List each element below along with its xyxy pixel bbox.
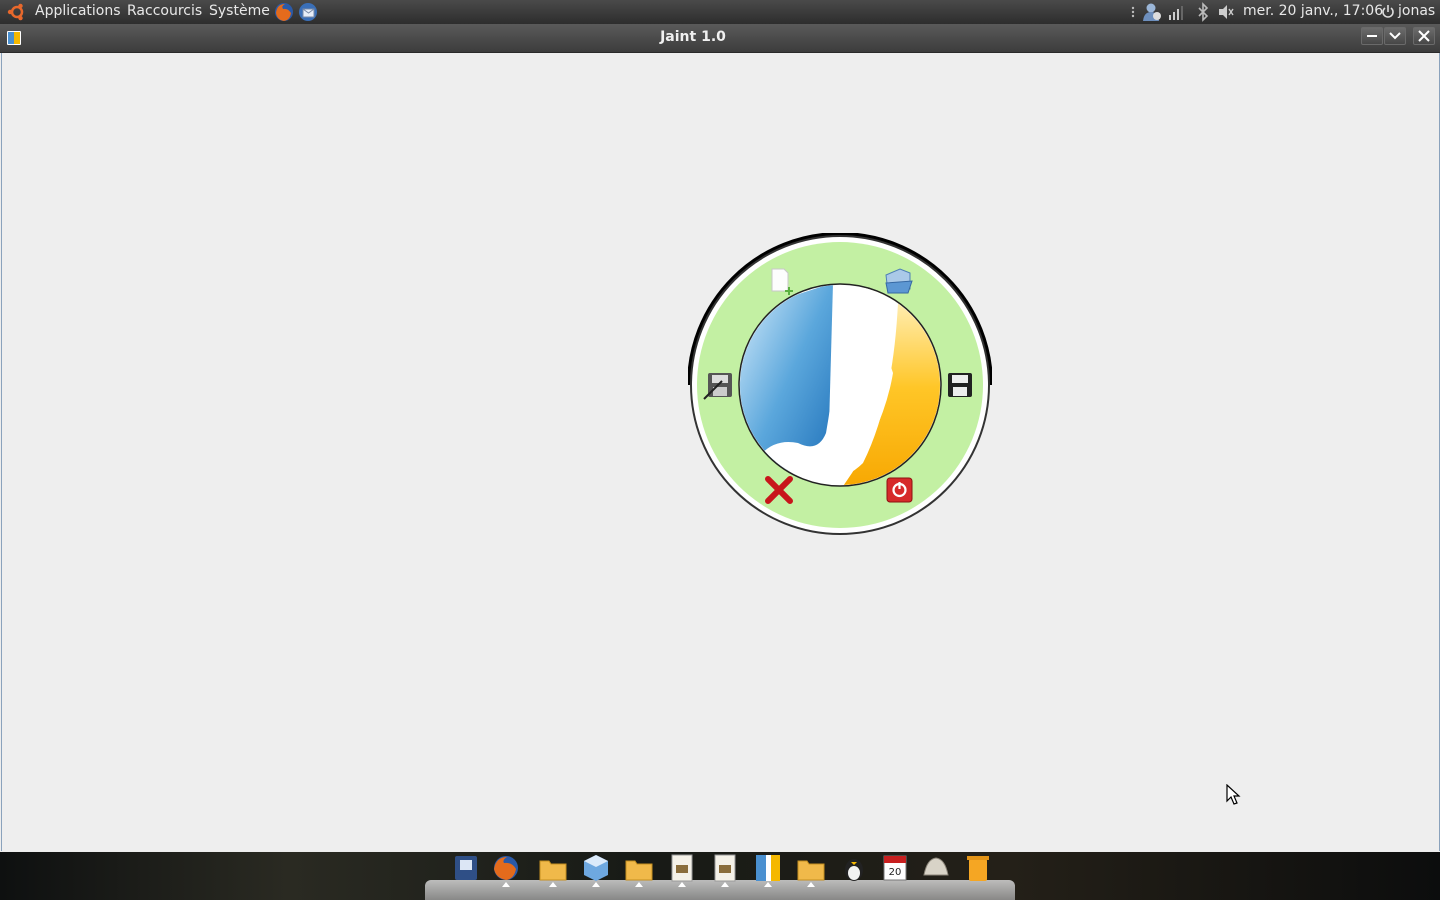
- minimize-button[interactable]: [1361, 27, 1383, 45]
- radial-menu: [688, 233, 992, 535]
- quit-icon[interactable]: [886, 477, 913, 503]
- clock[interactable]: mer. 20 janv., 17:06: [1243, 3, 1383, 19]
- menu-systeme[interactable]: Système: [209, 3, 270, 19]
- folder-icon[interactable]: [796, 853, 826, 883]
- close-icon: [1418, 30, 1430, 42]
- file-manager-icon[interactable]: [451, 853, 481, 883]
- chevron-down-icon: [1389, 32, 1401, 40]
- running-indicator: [807, 882, 815, 887]
- menu-applications[interactable]: Applications: [35, 3, 121, 19]
- running-indicator: [721, 882, 729, 887]
- panel-handle-icon: [1131, 6, 1135, 18]
- user-name[interactable]: jonas: [1398, 3, 1435, 19]
- jaint-icon[interactable]: [753, 853, 783, 883]
- top-panel: Applications Raccourcis Système mer. 20 …: [0, 0, 1440, 24]
- messaging-icon[interactable]: [1141, 2, 1163, 22]
- running-indicator: [764, 882, 772, 887]
- trash-icon[interactable]: [963, 853, 993, 883]
- running-indicator: [678, 882, 686, 887]
- folder-icon[interactable]: [538, 853, 568, 883]
- shell-icon[interactable]: [921, 853, 951, 883]
- folder-icon[interactable]: [624, 853, 654, 883]
- save-icon[interactable]: [948, 373, 972, 397]
- document-icon[interactable]: [667, 853, 697, 883]
- svg-text:20: 20: [889, 867, 902, 878]
- firefox-icon[interactable]: [273, 1, 295, 23]
- calendar-icon[interactable]: 20: [880, 853, 910, 883]
- document-icon[interactable]: [710, 853, 740, 883]
- close-button[interactable]: [1413, 27, 1435, 45]
- volume-icon[interactable]: [1217, 2, 1235, 22]
- window-title: Jaint 1.0: [660, 29, 726, 45]
- minimize-icon: [1367, 35, 1377, 37]
- running-indicator: [635, 882, 643, 887]
- save-as-icon[interactable]: [703, 373, 732, 400]
- menu-raccourcis[interactable]: Raccourcis: [127, 3, 202, 19]
- bluetooth-icon[interactable]: [1196, 2, 1210, 22]
- thunderbird-icon[interactable]: [297, 1, 319, 23]
- mouse-cursor-icon: [1226, 784, 1241, 805]
- firefox-icon[interactable]: [491, 853, 521, 883]
- running-indicator: [502, 882, 510, 887]
- maximize-button[interactable]: [1384, 27, 1406, 45]
- running-indicator: [549, 882, 557, 887]
- power-icon[interactable]: [1381, 2, 1395, 22]
- tux-icon[interactable]: [839, 853, 869, 883]
- running-indicator: [592, 882, 600, 887]
- 3d-cube-icon[interactable]: [581, 853, 611, 883]
- ubuntu-logo-icon[interactable]: [7, 2, 27, 22]
- dock-shelf: [425, 880, 1015, 900]
- network-signal-icon[interactable]: [1166, 2, 1186, 22]
- title-bar[interactable]: Jaint 1.0: [0, 24, 1440, 53]
